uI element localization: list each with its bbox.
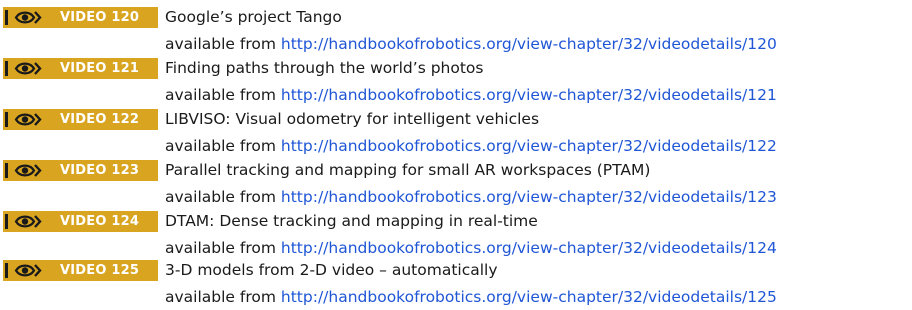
- video-badge-label: VIDEO 124: [60, 214, 140, 229]
- badge-bar: [5, 61, 8, 76]
- video-link[interactable]: http://handbookofrobotics.org/view-chapt…: [281, 188, 777, 206]
- video-link[interactable]: http://handbookofrobotics.org/view-chapt…: [281, 288, 777, 306]
- video-badge-label: VIDEO 125: [60, 263, 140, 278]
- eye-icon: [14, 11, 42, 24]
- video-badge: VIDEO 124: [3, 211, 158, 232]
- video-entry: VIDEO 125 3-D models from 2-D video – au…: [0, 258, 912, 310]
- eye-icon: [14, 164, 42, 177]
- availability-line: available from http://handbookofrobotics…: [165, 135, 777, 157]
- badge-bar: [5, 214, 8, 229]
- video-badge-label: VIDEO 123: [60, 163, 140, 178]
- video-title: Finding paths through the world’s photos: [165, 59, 484, 77]
- availability-prefix: available from: [165, 86, 276, 104]
- video-link[interactable]: http://handbookofrobotics.org/view-chapt…: [281, 86, 777, 104]
- video-badge: VIDEO 125: [3, 260, 158, 281]
- availability-prefix: available from: [165, 288, 276, 306]
- video-entry: VIDEO 120 Google’s project Tango availab…: [0, 5, 912, 57]
- availability-line: available from http://handbookofrobotics…: [165, 237, 777, 259]
- video-badge-label: VIDEO 120: [60, 10, 140, 25]
- availability-prefix: available from: [165, 137, 276, 155]
- video-entry: VIDEO 124 DTAM: Dense tracking and mappi…: [0, 209, 912, 261]
- availability-line: available from http://handbookofrobotics…: [165, 186, 777, 208]
- availability-prefix: available from: [165, 35, 276, 53]
- badge-bar: [5, 263, 8, 278]
- badge-bar: [5, 163, 8, 178]
- video-badge: VIDEO 122: [3, 109, 158, 130]
- video-badge: VIDEO 120: [3, 7, 158, 28]
- video-entry: VIDEO 123 Parallel tracking and mapping …: [0, 158, 912, 210]
- video-entry: VIDEO 121 Finding paths through the worl…: [0, 56, 912, 108]
- video-badge-label: VIDEO 122: [60, 112, 140, 127]
- video-title: Google’s project Tango: [165, 8, 342, 26]
- video-link[interactable]: http://handbookofrobotics.org/view-chapt…: [281, 35, 777, 53]
- eye-icon: [14, 215, 42, 228]
- eye-icon: [14, 113, 42, 126]
- video-link[interactable]: http://handbookofrobotics.org/view-chapt…: [281, 239, 777, 257]
- eye-icon: [14, 264, 42, 277]
- video-link[interactable]: http://handbookofrobotics.org/view-chapt…: [281, 137, 777, 155]
- video-badge-label: VIDEO 121: [60, 61, 140, 76]
- video-title: DTAM: Dense tracking and mapping in real…: [165, 212, 538, 230]
- availability-line: available from http://handbookofrobotics…: [165, 286, 777, 308]
- availability-line: available from http://handbookofrobotics…: [165, 33, 777, 55]
- badge-bar: [5, 112, 8, 127]
- video-badge: VIDEO 121: [3, 58, 158, 79]
- video-title: 3-D models from 2-D video – automaticall…: [165, 261, 498, 279]
- availability-line: available from http://handbookofrobotics…: [165, 84, 777, 106]
- badge-bar: [5, 10, 8, 25]
- eye-icon: [14, 62, 42, 75]
- video-title: Parallel tracking and mapping for small …: [165, 161, 651, 179]
- video-entry: VIDEO 122 LIBVISO: Visual odometry for i…: [0, 107, 912, 159]
- availability-prefix: available from: [165, 188, 276, 206]
- video-title: LIBVISO: Visual odometry for intelligent…: [165, 110, 540, 128]
- video-badge: VIDEO 123: [3, 160, 158, 181]
- availability-prefix: available from: [165, 239, 276, 257]
